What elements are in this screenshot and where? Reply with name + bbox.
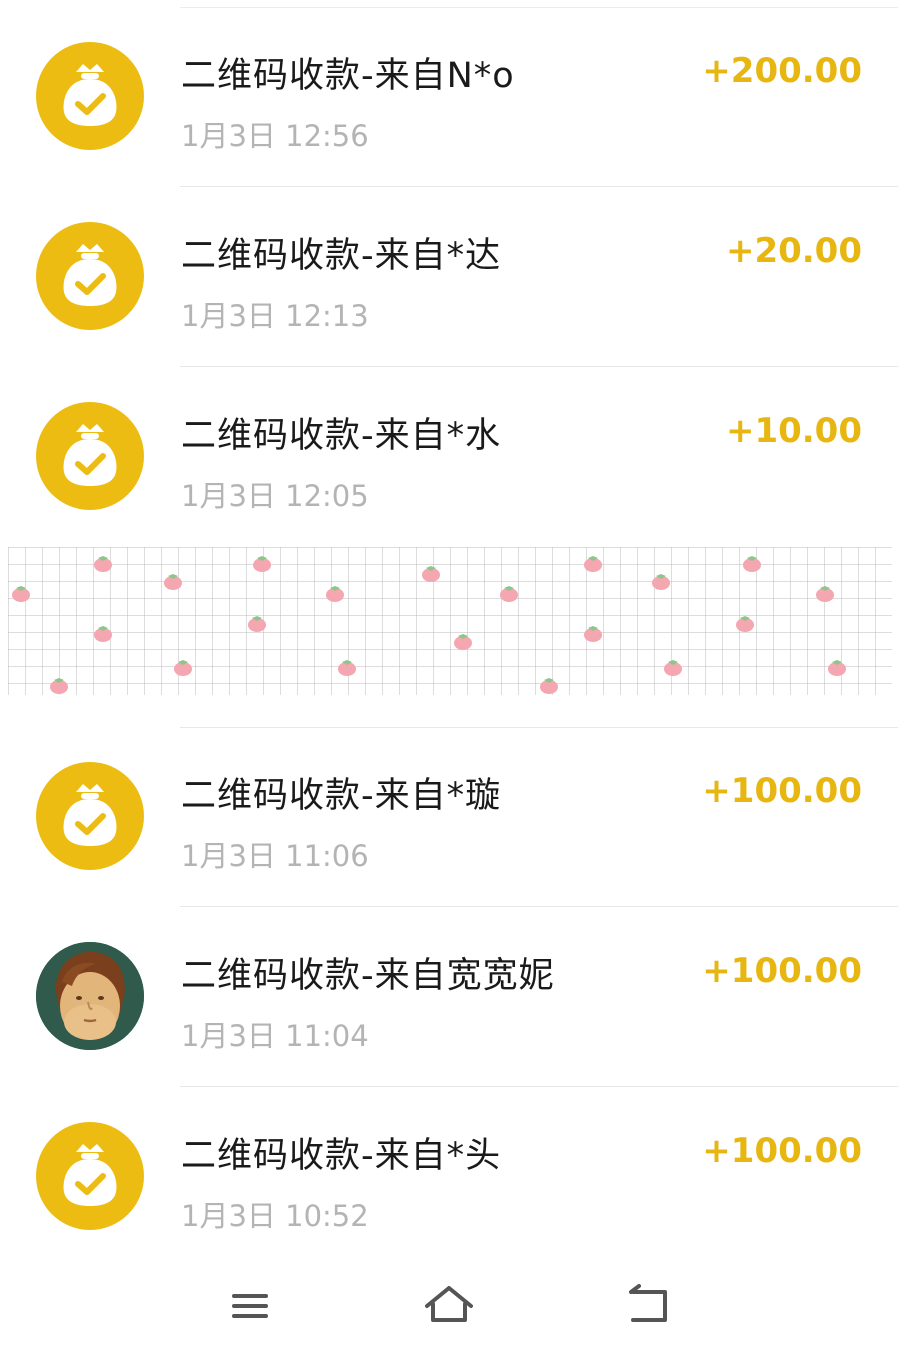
strawberry-icon [584,556,602,572]
transaction-amount: +20.00 [725,231,862,271]
money-bag-icon [36,222,144,330]
transaction-title: 二维码收款-来自宽宽妮 [181,956,555,996]
transaction-amount: +10.00 [725,411,862,451]
strawberry-icon [326,586,344,602]
strawberry-icon [584,626,602,642]
transaction-row[interactable]: 二维码收款-来自*头 1月3日 10:52 +100.00 [0,1087,898,1267]
system-nav-bar [0,1262,898,1352]
strawberry-icon [94,556,112,572]
transaction-time: 1月3日 11:04 [181,1019,369,1053]
strawberry-icon [743,556,761,572]
transaction-time: 1月3日 10:52 [181,1199,369,1233]
redaction-sticker-overlay [8,547,892,695]
menu-icon[interactable] [220,1276,280,1332]
strawberry-icon [422,566,440,582]
transaction-time: 1月3日 12:13 [181,299,369,333]
strawberry-icon [816,586,834,602]
strawberry-icon [12,586,30,602]
strawberry-icon [248,616,266,632]
strawberry-icon [454,634,472,650]
strawberry-icon [174,660,192,676]
transaction-title: 二维码收款-来自*达 [181,236,502,276]
transaction-time: 1月3日 12:05 [181,479,369,513]
strawberry-icon [164,574,182,590]
strawberry-icon [540,678,558,694]
transaction-title: 二维码收款-来自*水 [181,416,502,456]
transaction-amount: +200.00 [702,51,862,91]
back-icon[interactable] [619,1276,679,1332]
strawberry-icon [338,660,356,676]
transaction-row[interactable]: 二维码收款-来自*璇 1月3日 11:06 +100.00 [0,727,898,907]
strawberry-icon [664,660,682,676]
transaction-amount: +100.00 [702,951,862,991]
home-icon[interactable] [419,1276,479,1332]
transaction-amount: +100.00 [702,771,862,811]
strawberry-icon [50,678,68,694]
transaction-time: 1月3日 12:56 [181,119,369,153]
money-bag-icon [36,1122,144,1230]
transaction-amount: +100.00 [702,1131,862,1171]
money-bag-icon [36,42,144,150]
strawberry-icon [736,616,754,632]
transaction-row[interactable]: 二维码收款-来自*达 1月3日 12:13 +20.00 [0,187,898,367]
strawberry-icon [253,556,271,572]
transaction-time: 1月3日 11:06 [181,839,369,873]
money-bag-icon [36,402,144,510]
transaction-list-screen: 二维码收款-来自N*o 1月3日 12:56 +200.00 二维码收款-来自*… [0,0,898,1352]
money-bag-icon [36,762,144,870]
transaction-row[interactable]: 二维码收款-来自宽宽妮 1月3日 11:04 +100.00 [0,907,898,1087]
strawberry-icon [94,626,112,642]
transaction-title: 二维码收款-来自*头 [181,1136,502,1176]
transaction-title: 二维码收款-来自N*o [181,56,515,96]
user-avatar [36,942,144,1050]
strawberry-icon [652,574,670,590]
transaction-row[interactable]: 二维码收款-来自N*o 1月3日 12:56 +200.00 [0,7,898,187]
transaction-row[interactable]: 二维码收款-来自*水 1月3日 12:05 +10.00 [0,367,898,547]
strawberry-icon [828,660,846,676]
strawberry-icon [500,586,518,602]
transaction-title: 二维码收款-来自*璇 [181,776,502,816]
